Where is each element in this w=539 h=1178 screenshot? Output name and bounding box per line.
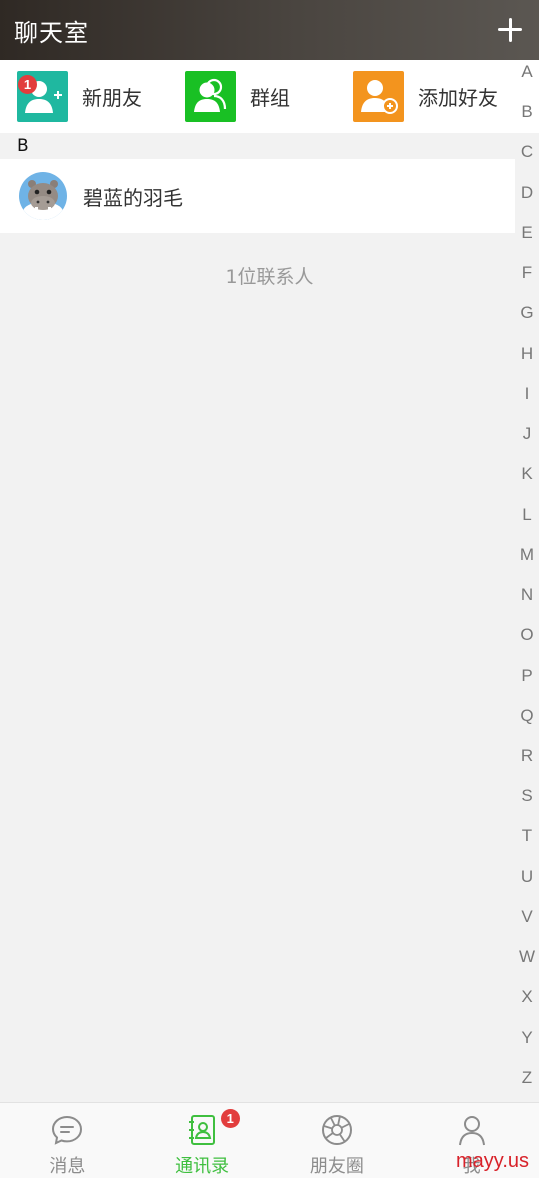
contact-shortcuts: 1 新朋友 群组 添加好友 <box>0 60 539 133</box>
index-letter-n[interactable]: N <box>521 581 533 609</box>
index-letter-a[interactable]: A <box>521 58 532 86</box>
tab-messages-label: 消息 <box>49 1156 86 1177</box>
group-icon <box>185 71 236 122</box>
index-letter-s[interactable]: S <box>521 782 532 810</box>
app-header: 聊天室 <box>0 0 539 60</box>
contact-count: 1位联系人 <box>225 266 314 288</box>
tab-contacts[interactable]: 通讯录 1 <box>135 1103 270 1178</box>
groups-label: 群组 <box>250 86 290 110</box>
index-letter-f[interactable]: F <box>522 259 532 287</box>
add-friend-label: 添加好友 <box>418 86 498 110</box>
tab-messages[interactable]: 消息 <box>0 1103 135 1178</box>
section-header: B <box>17 136 29 156</box>
tab-moments[interactable]: 朋友圈 <box>270 1103 405 1178</box>
index-letter-x[interactable]: X <box>521 983 532 1011</box>
index-letter-k[interactable]: K <box>521 460 532 488</box>
page-title: 聊天室 <box>14 18 89 47</box>
index-letter-z[interactable]: Z <box>522 1064 532 1092</box>
index-letter-g[interactable]: G <box>520 299 533 327</box>
index-letter-o[interactable]: O <box>520 621 533 649</box>
index-letter-q[interactable]: Q <box>520 702 533 730</box>
index-letter-m[interactable]: M <box>520 541 534 569</box>
index-letter-i[interactable]: I <box>525 380 530 408</box>
index-letter-v[interactable]: V <box>521 903 532 931</box>
add-friend-icon <box>353 71 404 122</box>
profile-icon <box>458 1116 485 1146</box>
contacts-icon <box>189 1115 216 1145</box>
groups-button[interactable]: 群组 <box>168 71 336 122</box>
watermark: mayy.us <box>456 1150 529 1172</box>
contact-name: 碧蓝的羽毛 <box>83 185 183 210</box>
new-friends-button[interactable]: 1 新朋友 <box>0 71 168 122</box>
new-friends-label: 新朋友 <box>82 86 142 110</box>
contacts-badge: 1 <box>220 1109 240 1128</box>
tab-moments-label: 朋友圈 <box>309 1156 364 1177</box>
index-letter-h[interactable]: H <box>521 340 533 368</box>
index-letter-d[interactable]: D <box>521 179 533 207</box>
plus-icon[interactable] <box>495 15 525 45</box>
index-letter-y[interactable]: Y <box>521 1024 532 1052</box>
moments-icon <box>321 1115 352 1145</box>
new-friends-badge: 1 <box>18 75 37 94</box>
index-letter-e[interactable]: E <box>521 219 532 247</box>
hippo-avatar <box>19 172 67 220</box>
index-letter-p[interactable]: P <box>521 662 532 690</box>
index-letter-u[interactable]: U <box>521 863 533 891</box>
alphabet-index[interactable]: ABCDEFGHIJKLMNOPQRSTUVWXYZ <box>515 58 539 1098</box>
index-letter-l[interactable]: L <box>522 501 531 529</box>
index-letter-j[interactable]: J <box>523 420 532 448</box>
add-friend-button[interactable]: 添加好友 <box>336 71 504 122</box>
index-letter-w[interactable]: W <box>519 943 535 971</box>
index-letter-r[interactable]: R <box>521 742 533 770</box>
index-letter-t[interactable]: T <box>522 822 532 850</box>
contact-list-item[interactable]: 碧蓝的羽毛 <box>0 159 515 233</box>
index-letter-c[interactable]: C <box>521 138 533 166</box>
index-letter-b[interactable]: B <box>521 98 532 126</box>
chat-icon <box>52 1115 83 1145</box>
new-friend-icon: 1 <box>17 71 68 122</box>
tab-contacts-label: 通讯录 <box>175 1156 230 1177</box>
